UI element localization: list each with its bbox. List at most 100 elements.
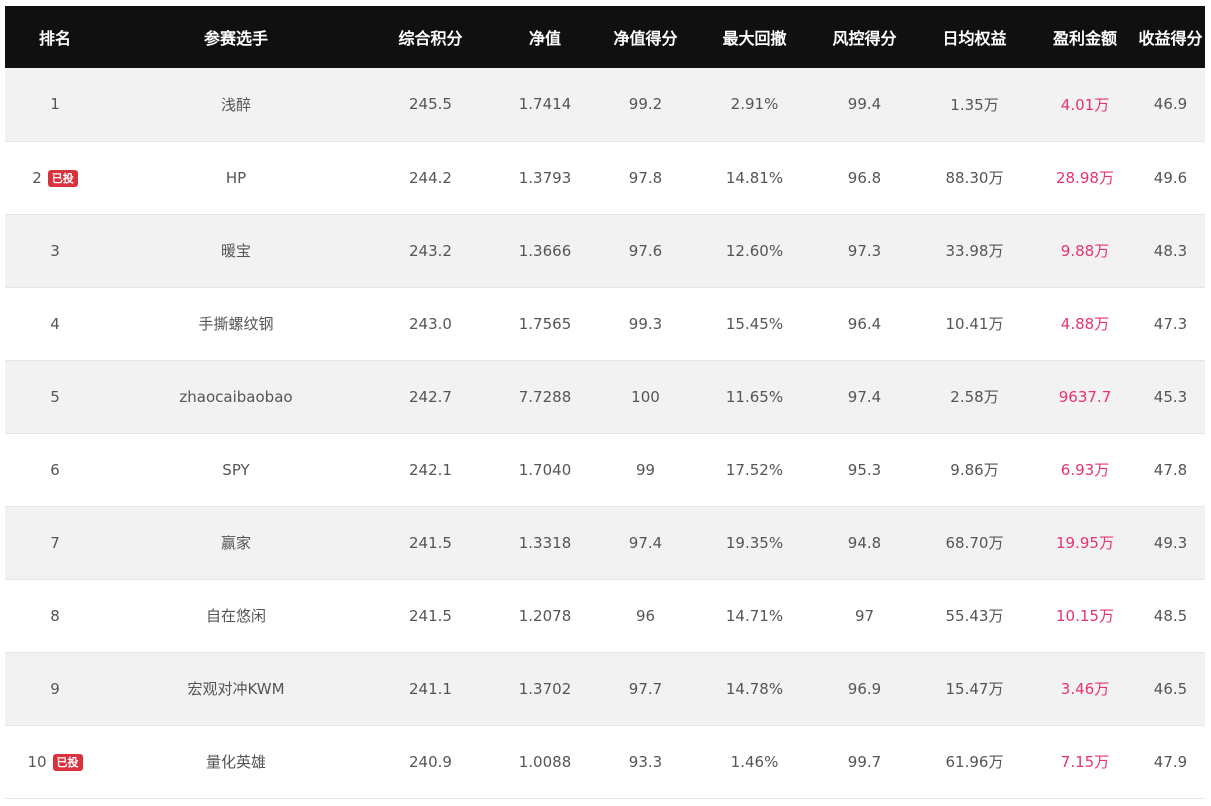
return-score-cell-text: 46.5	[1153, 679, 1188, 698]
total-score-cell-text: 245.5	[409, 95, 452, 114]
total-score-cell: 242.1	[367, 433, 494, 507]
total-score-cell: 241.1	[367, 652, 494, 726]
nav-score-cell-text: 100	[631, 387, 660, 406]
player-cell-text: 赢家	[220, 534, 251, 552]
nav-cell: 1.7414	[494, 68, 596, 142]
table-row[interactable]: 8 自在悠闲 241.5 1.2078 96 14.71% 97 55.43万 10.15万 48…	[5, 579, 1205, 653]
nav-cell: 1.7040	[494, 433, 596, 507]
total-score-cell-text: 242.7	[409, 387, 452, 406]
total-score-cell: 241.5	[367, 506, 494, 580]
profit-cell-text: 28.98万	[1056, 169, 1114, 187]
player-cell[interactable]: 自在悠闲	[105, 579, 367, 653]
profit-cell: 10.15万	[1034, 579, 1136, 653]
max-drawdown-cell: 14.71%	[695, 579, 814, 653]
nav-cell: 7.7288	[494, 360, 596, 434]
risk-score-cell-text: 97.3	[847, 241, 882, 260]
player-cell[interactable]: zhaocaibaobao	[105, 360, 367, 434]
profit-cell-text: 10.15万	[1056, 607, 1114, 625]
risk-score-cell: 99.4	[814, 68, 915, 142]
max-drawdown-cell: 15.45%	[695, 287, 814, 361]
player-cell-text: 自在悠闲	[205, 607, 266, 625]
max-drawdown-cell-text: 17.52%	[725, 460, 784, 479]
total-score-cell-text: 243.0	[409, 314, 452, 333]
nav-score-cell-text: 97.4	[628, 533, 663, 552]
nav-score-cell: 99.2	[596, 68, 695, 142]
return-score-cell-text: 45.3	[1153, 387, 1188, 406]
nav-score-cell: 97.8	[596, 141, 695, 215]
player-cell-text: SPY	[222, 460, 250, 479]
nav-score-cell: 93.3	[596, 725, 695, 799]
nav-cell-text: 1.3702	[518, 679, 572, 698]
nav-cell: 1.3702	[494, 652, 596, 726]
return-score-cell-text: 46.9	[1153, 95, 1188, 114]
rank-cell-text: 6	[50, 460, 60, 479]
invested-badge: 已投	[47, 169, 78, 187]
header-total-score[interactable]: 综合积分	[367, 6, 494, 68]
rank-cell: 8	[5, 579, 105, 653]
header-risk-score[interactable]: 风控得分	[814, 6, 915, 68]
avg-equity-cell: 1.35万	[915, 68, 1034, 142]
nav-cell-text: 1.3793	[518, 168, 572, 187]
table-row[interactable]: 6 SPY 242.1 1.7040 99 17.52% 95.3 9.86万 6.93万 47.…	[5, 433, 1205, 507]
profit-cell-text: 4.88万	[1060, 315, 1110, 333]
avg-equity-cell: 15.47万	[915, 652, 1034, 726]
player-cell[interactable]: 宏观对冲KWM	[105, 652, 367, 726]
player-cell-text: zhaocaibaobao	[179, 387, 293, 406]
risk-score-cell: 97.4	[814, 360, 915, 434]
table-row[interactable]: 7 赢家 241.5 1.3318 97.4 19.35% 94.8 68.70万 19.95万…	[5, 506, 1205, 580]
total-score-cell: 242.7	[367, 360, 494, 434]
total-score-cell-text: 242.1	[409, 460, 452, 479]
nav-score-cell: 97.6	[596, 214, 695, 288]
table-row[interactable]: 2 已投 HP 244.2 1.3793 97.8 14.81% 96.8 88.30万 28.9…	[5, 141, 1205, 215]
total-score-cell-text: 244.2	[409, 168, 452, 187]
rank-cell: 4	[5, 287, 105, 361]
nav-score-cell: 99.3	[596, 287, 695, 361]
rank-cell: 1	[5, 68, 105, 142]
avg-equity-cell: 2.58万	[915, 360, 1034, 434]
header-max-drawdown[interactable]: 最大回撤	[695, 6, 814, 68]
header-player[interactable]: 参赛选手	[105, 6, 367, 68]
nav-cell: 1.3666	[494, 214, 596, 288]
avg-equity-cell: 88.30万	[915, 141, 1034, 215]
header-return-score[interactable]: 收益得分	[1136, 6, 1205, 68]
nav-cell-text: 1.2078	[518, 606, 572, 625]
table-row[interactable]: 3 暖宝 243.2 1.3666 97.6 12.60% 97.3 33.98万 9.88万 4…	[5, 214, 1205, 288]
risk-score-cell-text: 96.9	[847, 679, 882, 698]
nav-score-cell: 97.7	[596, 652, 695, 726]
total-score-cell-text: 241.5	[409, 606, 452, 625]
rank-cell-text: 2	[32, 168, 42, 187]
table-row[interactable]: 4 手撕螺纹钢 243.0 1.7565 99.3 15.45% 96.4 10.41万 4.8…	[5, 287, 1205, 361]
max-drawdown-cell: 1.46%	[695, 725, 814, 799]
table-row[interactable]: 9 宏观对冲KWM 241.1 1.3702 97.7 14.78% 96.9 15.47万 3…	[5, 652, 1205, 726]
total-score-cell: 245.5	[367, 68, 494, 142]
player-cell[interactable]: 浅醉	[105, 68, 367, 142]
table-row[interactable]: 1 浅醉 245.5 1.7414 99.2 2.91% 99.4 1.35万 4.01万 46.…	[5, 68, 1205, 142]
player-cell[interactable]: 量化英雄	[105, 725, 367, 799]
header-profit[interactable]: 盈利金额	[1034, 6, 1136, 68]
player-cell[interactable]: 暖宝	[105, 214, 367, 288]
nav-score-cell: 97.4	[596, 506, 695, 580]
profit-cell-text: 7.15万	[1060, 753, 1110, 771]
player-cell[interactable]: HP	[105, 141, 367, 215]
player-cell[interactable]: 手撕螺纹钢	[105, 287, 367, 361]
rank-cell: 7	[5, 506, 105, 580]
rank-cell: 6	[5, 433, 105, 507]
table-body: 1 浅醉 245.5 1.7414 99.2 2.91% 99.4 1.35万 4.01万 46.…	[5, 68, 1205, 799]
header-nav[interactable]: 净值	[494, 6, 596, 68]
max-drawdown-cell-text: 15.45%	[725, 314, 784, 333]
header-nav-score[interactable]: 净值得分	[596, 6, 695, 68]
player-cell[interactable]: SPY	[105, 433, 367, 507]
profit-cell-text: 19.95万	[1056, 534, 1114, 552]
table-row[interactable]: 5 zhaocaibaobao 242.7 7.7288 100 11.65% 97.4 2.…	[5, 360, 1205, 434]
table-row[interactable]: 10 已投 量化英雄 240.9 1.0088 93.3 1.46% 99.7 61.96万 7.…	[5, 725, 1205, 799]
avg-equity-cell: 61.96万	[915, 725, 1034, 799]
nav-score-cell-text: 99	[635, 460, 656, 479]
header-row: 排名 参赛选手 综合积分 净值 净值得分 最大回撤 风控得分 日均权益 盈利金额…	[5, 6, 1205, 68]
player-cell[interactable]: 赢家	[105, 506, 367, 580]
return-score-cell: 47.9	[1136, 725, 1205, 799]
header-avg-equity[interactable]: 日均权益	[915, 6, 1034, 68]
profit-cell: 7.15万	[1034, 725, 1136, 799]
nav-cell: 1.0088	[494, 725, 596, 799]
return-score-cell-text: 49.3	[1153, 533, 1188, 552]
header-rank[interactable]: 排名	[5, 6, 105, 68]
